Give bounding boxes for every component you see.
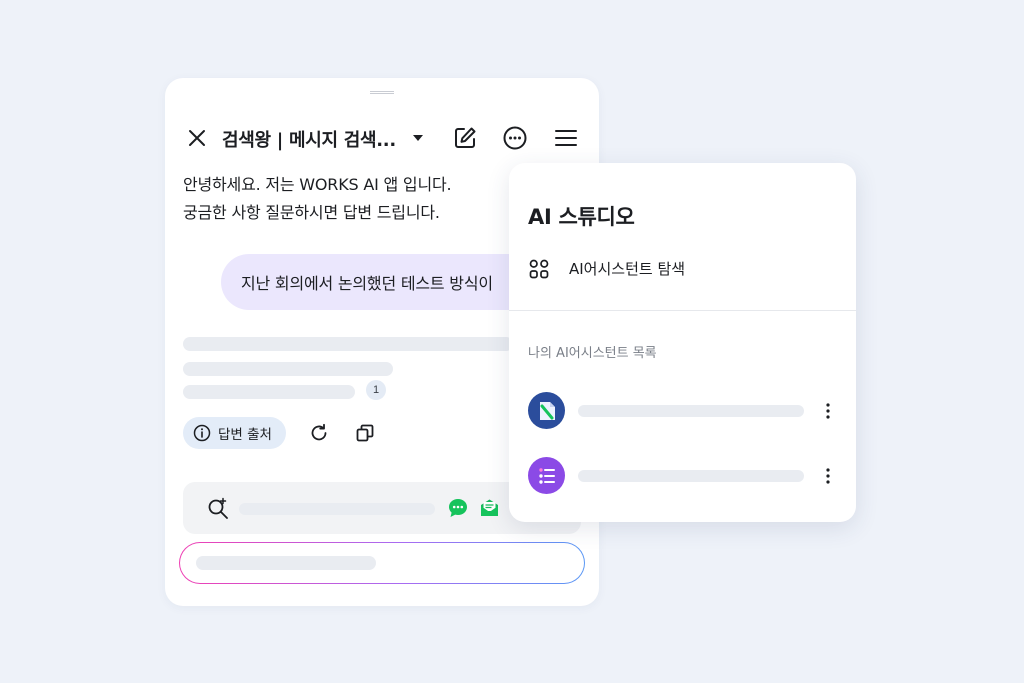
citation-badge[interactable]: 1 [366, 380, 386, 400]
ai-studio-title: AI 스튜디오 [528, 205, 635, 229]
edit-button[interactable] [451, 124, 479, 152]
more-options-button[interactable] [501, 124, 529, 152]
chat-title[interactable]: 검색왕 | 메시지 검색... [222, 126, 396, 152]
menu-button[interactable] [553, 125, 579, 151]
kebab-menu-icon [826, 468, 830, 484]
assistant-name-placeholder [578, 405, 804, 417]
chat-bubble-icon[interactable] [447, 497, 469, 519]
edit-icon [455, 127, 476, 148]
title-dropdown-button[interactable] [411, 132, 425, 144]
info-icon [193, 424, 211, 442]
user-message-text: 지난 회의에서 논의했던 테스트 방식이 [241, 274, 493, 293]
more-circle-icon [503, 126, 527, 150]
my-assistants-heading: 나의 AI어시스턴트 목록 [528, 346, 657, 361]
assistant-more-button[interactable] [819, 464, 837, 488]
assistant-avatar [528, 392, 565, 429]
ai-studio-panel: AI 스튜디오 AI어시스턴트 탐색 나의 AI어시스턴트 목록 [509, 163, 856, 522]
ai-greeting-message: 안녕하세요. 저는 WORKS AI 앱 입니다. 궁금한 사항 질문하시면 답… [183, 171, 452, 227]
hamburger-menu-icon [555, 130, 577, 146]
section-divider [509, 310, 856, 311]
refresh-icon [311, 423, 327, 441]
list-icon [538, 467, 555, 484]
regenerate-button[interactable] [307, 421, 331, 445]
assistant-avatar [528, 457, 565, 494]
close-button[interactable] [185, 126, 209, 150]
answer-placeholder-line-2 [183, 362, 393, 376]
greeting-line-1: 안녕하세요. 저는 WORKS AI 앱 입니다. [183, 175, 452, 194]
assistant-name-placeholder [578, 470, 804, 482]
caret-down-icon [413, 134, 423, 141]
grid-apps-icon [529, 259, 549, 279]
assistant-more-button[interactable] [819, 399, 837, 423]
answer-placeholder-line-1 [183, 337, 513, 351]
kebab-menu-icon [826, 403, 830, 419]
message-input[interactable] [179, 542, 585, 584]
search-placeholder-bar [239, 503, 435, 515]
explore-assistants-item[interactable]: AI어시스턴트 탐색 [509, 251, 856, 285]
mail-icon[interactable] [479, 498, 500, 518]
answer-source-label: 답변 출처 [218, 427, 272, 443]
copy-button[interactable] [353, 421, 377, 445]
copy-icon [356, 424, 374, 442]
explore-assistants-label: AI어시스턴트 탐색 [569, 259, 686, 278]
document-pen-icon [539, 401, 555, 420]
assistant-list-item[interactable] [509, 454, 856, 498]
close-icon [189, 130, 205, 146]
ai-search-icon [208, 497, 228, 519]
answer-source-button[interactable]: 답변 출처 [183, 417, 286, 449]
input-placeholder-bar [196, 556, 376, 570]
assistant-list-item[interactable] [509, 389, 856, 433]
greeting-line-2: 궁금한 사항 질문하시면 답변 드립니다. [183, 203, 440, 222]
answer-placeholder-line-3 [183, 385, 355, 399]
drag-handle[interactable] [370, 91, 394, 94]
